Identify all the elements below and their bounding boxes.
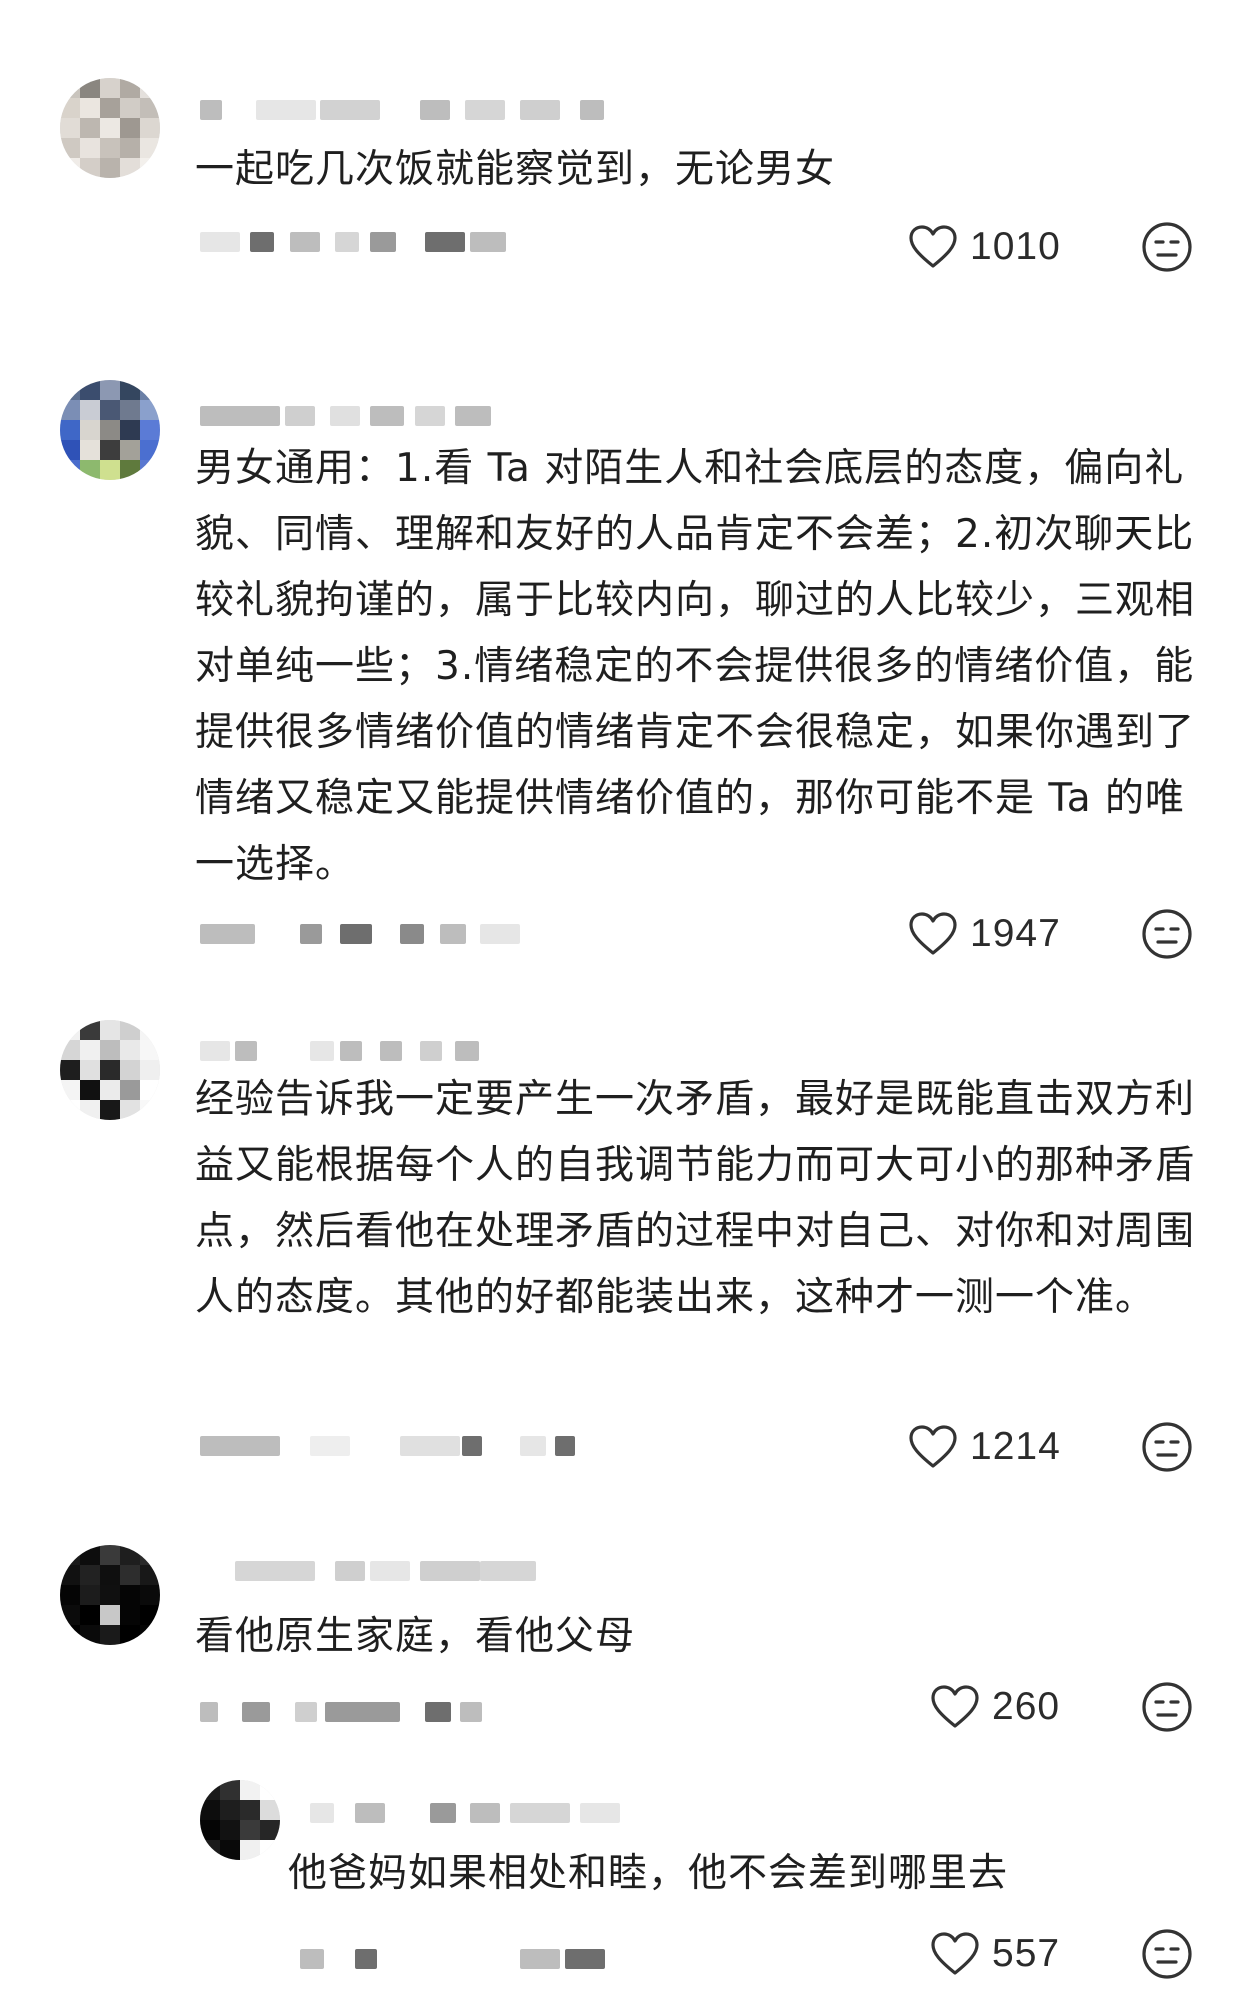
like-count: 557 (992, 1932, 1061, 1975)
like-count: 1010 (970, 225, 1061, 268)
comment-meta-blurred (200, 920, 620, 950)
dislike-button[interactable] (1140, 907, 1194, 961)
reply-text: 他爸妈如果相处和睦，他不会差到哪里去 (288, 1851, 1009, 1896)
heart-outline-icon (909, 912, 957, 955)
comment-item: 一起吃几次饭就能察觉到，无论男女 1010 (0, 0, 1239, 330)
comment-text: 看他原生家庭，看他父母 (195, 1614, 636, 1659)
reply-item: 他爸妈如果相处和睦，他不会差到哪里去 557 (0, 1755, 1239, 1999)
neutral-face-icon (1142, 1682, 1192, 1732)
comment-item: 看他原生家庭，看他父母 260 (0, 1515, 1239, 1755)
like-button[interactable]: 1947 (908, 907, 1061, 961)
username-blurred[interactable] (200, 1037, 620, 1065)
username-blurred[interactable] (310, 1799, 730, 1827)
comment-item: 男女通用：1.看 Ta 对陌生人和社会底层的态度，偏向礼貌、同情、理解和友好的人… (0, 340, 1239, 980)
dislike-button[interactable] (1140, 1680, 1194, 1734)
like-count: 1947 (970, 912, 1061, 955)
avatar[interactable] (200, 1780, 280, 1860)
comment-text: 男女通用：1.看 Ta 对陌生人和社会底层的态度，偏向礼貌、同情、理解和友好的人… (195, 446, 1196, 887)
username-blurred[interactable] (200, 1557, 620, 1585)
username-blurred[interactable] (200, 96, 620, 124)
avatar[interactable] (60, 1020, 160, 1120)
like-count: 1214 (970, 1425, 1061, 1468)
heart-outline-icon (909, 225, 957, 268)
comment-text: 一起吃几次饭就能察觉到，无论男女 (195, 147, 836, 192)
dislike-button[interactable] (1140, 220, 1194, 274)
neutral-face-icon (1142, 1422, 1192, 1472)
heart-outline-icon (909, 1425, 957, 1468)
comment-meta-blurred (200, 1698, 620, 1728)
comment-item: 经验告诉我一定要产生一次矛盾，最好是既能直击双方利益又能根据每个人的自我调节能力… (0, 995, 1239, 1515)
username-blurred[interactable] (200, 402, 620, 430)
like-button[interactable]: 1010 (908, 220, 1061, 274)
like-count: 260 (992, 1685, 1061, 1728)
neutral-face-icon (1142, 909, 1192, 959)
reply-meta-blurred (300, 1945, 720, 1975)
like-button[interactable]: 1214 (908, 1420, 1061, 1474)
avatar[interactable] (60, 78, 160, 178)
heart-outline-icon (931, 1932, 979, 1975)
dislike-button[interactable] (1140, 1420, 1194, 1474)
dislike-button[interactable] (1140, 1927, 1194, 1981)
avatar[interactable] (60, 1545, 160, 1645)
like-button[interactable]: 260 (930, 1680, 1060, 1734)
comment-text: 经验告诉我一定要产生一次矛盾，最好是既能直击双方利益又能根据每个人的自我调节能力… (195, 1077, 1196, 1320)
neutral-face-icon (1142, 222, 1192, 272)
avatar[interactable] (60, 380, 160, 480)
heart-outline-icon (931, 1685, 979, 1728)
neutral-face-icon (1142, 1929, 1192, 1979)
like-button[interactable]: 557 (930, 1927, 1060, 1981)
comment-meta-blurred (200, 1432, 620, 1462)
comment-meta-blurred (200, 228, 620, 258)
